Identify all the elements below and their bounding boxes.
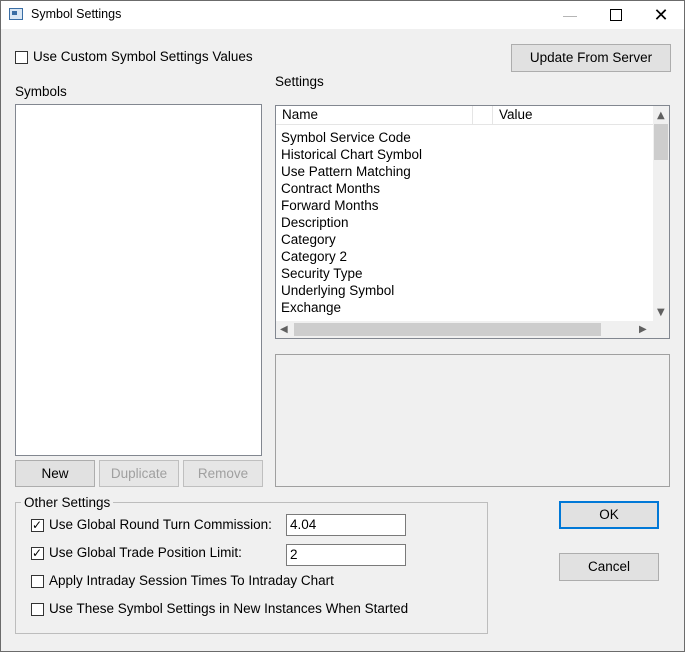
use-global-position-limit-checkbox[interactable] [31, 545, 44, 561]
use-custom-checkbox[interactable] [15, 51, 28, 64]
duplicate-symbol-button[interactable]: Duplicate [99, 460, 179, 487]
use-global-position-limit-label[interactable]: Use Global Trade Position Limit: [49, 545, 242, 560]
settings-row[interactable]: Symbol Service Code [281, 129, 411, 146]
other-settings-title: Other Settings [21, 495, 114, 510]
title-bar: Symbol Settings — ✕ [1, 1, 684, 29]
scroll-down-arrow-icon[interactable]: ▼ [657, 307, 665, 319]
cancel-button[interactable]: Cancel [559, 553, 659, 581]
horizontal-scroll-thumb[interactable] [294, 323, 601, 336]
position-limit-input[interactable]: 2 [286, 544, 406, 566]
maximize-button[interactable] [593, 1, 639, 29]
intraday-session-label[interactable]: Apply Intraday Session Times To Intraday… [49, 573, 334, 588]
symbol-settings-dialog: Symbol Settings — ✕ Use Custom Symbol Se… [0, 0, 685, 652]
commission-input[interactable]: 4.04 [286, 514, 406, 536]
vertical-scroll-thumb[interactable] [654, 124, 668, 160]
use-global-commission-label[interactable]: Use Global Round Turn Commission: [49, 517, 272, 532]
scroll-up-arrow-icon[interactable]: ▲ [657, 110, 665, 122]
symbols-list[interactable] [15, 104, 262, 456]
new-instances-checkbox[interactable] [31, 603, 44, 616]
setting-description-panel [275, 354, 670, 487]
settings-rows: Symbol Service Code Historical Chart Symb… [276, 128, 652, 318]
settings-label: Settings [275, 74, 324, 89]
settings-vertical-scrollbar[interactable]: ▲ ▼ [653, 106, 669, 321]
new-symbol-button[interactable]: New [15, 460, 95, 487]
remove-symbol-button[interactable]: Remove [183, 460, 263, 487]
window-title: Symbol Settings [31, 7, 122, 21]
settings-row[interactable]: Category [281, 231, 336, 248]
scroll-right-arrow-icon[interactable]: ▶ [639, 324, 647, 336]
settings-row[interactable]: Description [281, 214, 349, 231]
update-from-server-button[interactable]: Update From Server [511, 44, 671, 72]
settings-row[interactable]: Contract Months [281, 180, 380, 197]
maximize-icon [610, 8, 622, 21]
app-window-icon [9, 8, 23, 20]
new-instances-label[interactable]: Use These Symbol Settings in New Instanc… [49, 601, 408, 616]
settings-horizontal-scrollbar[interactable]: ◀ ▶ [276, 321, 653, 338]
column-header-name[interactable]: Name [276, 106, 473, 124]
symbols-label: Symbols [15, 84, 67, 99]
use-custom-label[interactable]: Use Custom Symbol Settings Values [33, 49, 253, 64]
settings-row[interactable]: Price Display Format [281, 316, 406, 318]
settings-row[interactable]: Forward Months [281, 197, 379, 214]
column-header-spacer[interactable] [473, 106, 493, 124]
minimize-button[interactable]: — [547, 1, 593, 29]
settings-row[interactable]: Exchange [281, 299, 341, 316]
intraday-session-checkbox[interactable] [31, 575, 44, 588]
settings-row[interactable]: Use Pattern Matching [281, 163, 411, 180]
scroll-left-arrow-icon[interactable]: ◀ [280, 324, 288, 336]
scrollbar-corner [653, 321, 669, 338]
settings-row[interactable]: Historical Chart Symbol [281, 146, 422, 163]
use-global-commission-checkbox[interactable] [31, 517, 44, 533]
settings-list[interactable]: Name Value Symbol Service Code Historical… [275, 105, 670, 339]
settings-list-header: Name Value [276, 106, 654, 125]
settings-row[interactable]: Category 2 [281, 248, 347, 265]
close-button[interactable]: ✕ [638, 1, 684, 29]
settings-row[interactable]: Security Type [281, 265, 363, 282]
settings-row[interactable]: Underlying Symbol [281, 282, 394, 299]
column-header-value[interactable]: Value [493, 106, 654, 124]
ok-button[interactable]: OK [559, 501, 659, 529]
